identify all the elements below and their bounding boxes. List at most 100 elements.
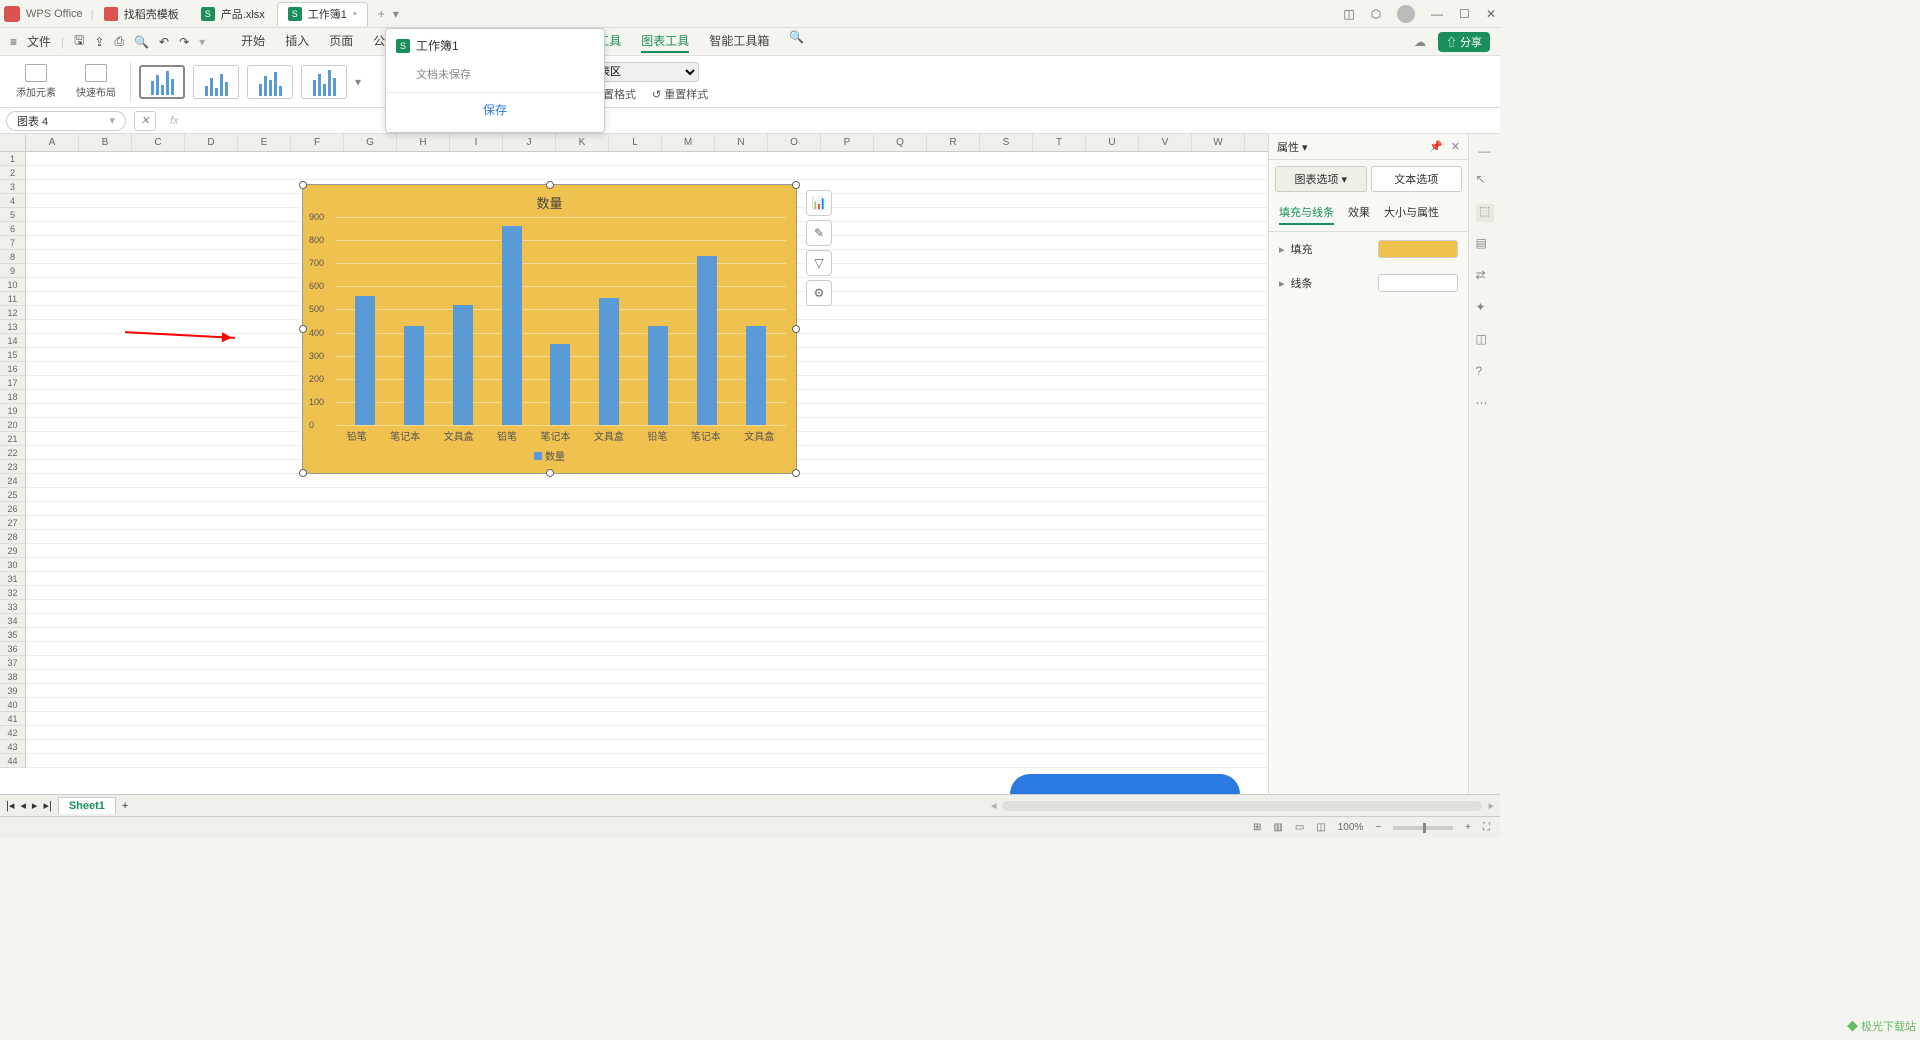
collapse-icon[interactable]: — (1479, 144, 1491, 158)
col-header[interactable]: F (291, 134, 344, 151)
bar[interactable] (550, 344, 570, 425)
add-sheet-button[interactable]: + (122, 800, 128, 812)
row-header[interactable]: 30 (0, 558, 26, 572)
resize-handle[interactable] (546, 469, 554, 477)
export-icon[interactable]: ⇪ (94, 35, 104, 49)
row-header[interactable]: 22 (0, 446, 26, 460)
row-header[interactable]: 23 (0, 460, 26, 474)
select-all-corner[interactable] (0, 134, 26, 151)
doc-tab-workbook1[interactable]: S 工作簿1 • (277, 2, 368, 26)
print-icon[interactable]: ⎙ (114, 34, 124, 49)
bookmark-icon[interactable]: ◫ (1476, 332, 1494, 350)
fill-line-tab[interactable]: 填充与线条 (1279, 204, 1334, 225)
resize-handle[interactable] (792, 325, 800, 333)
chart-style-more-icon[interactable]: ▾ (355, 75, 361, 89)
row-header[interactable]: 38 (0, 670, 26, 684)
row-header[interactable]: 26 (0, 502, 26, 516)
redo-icon[interactable]: ↷ (179, 35, 189, 49)
col-header[interactable]: O (768, 134, 821, 151)
search-icon[interactable]: 🔍 (789, 30, 804, 53)
sheet-tab-1[interactable]: Sheet1 (58, 797, 116, 814)
fx-button[interactable]: ✕ (134, 111, 156, 131)
col-header[interactable]: S (980, 134, 1033, 151)
chart-style-1[interactable] (139, 65, 185, 99)
more-icon[interactable]: ▾ (199, 35, 205, 49)
tab-insert[interactable]: 插入 (285, 30, 309, 53)
chart-style-3[interactable] (247, 65, 293, 99)
col-header[interactable]: D (185, 134, 238, 151)
tab-menu-icon[interactable]: • (353, 8, 357, 20)
more-icon[interactable]: ⋯ (1476, 396, 1494, 414)
view-normal-icon[interactable]: ⊞ (1253, 822, 1261, 833)
col-header[interactable]: P (821, 134, 874, 151)
col-header[interactable]: J (503, 134, 556, 151)
row-header[interactable]: 2 (0, 166, 26, 180)
chart-style-icon[interactable]: ✎ (806, 220, 832, 246)
row-header[interactable]: 10 (0, 278, 26, 292)
row-header[interactable]: 8 (0, 250, 26, 264)
row-header[interactable]: 12 (0, 306, 26, 320)
row-header[interactable]: 34 (0, 614, 26, 628)
undo-icon[interactable]: ↶ (159, 35, 169, 49)
row-header[interactable]: 21 (0, 432, 26, 446)
col-header[interactable]: K (556, 134, 609, 151)
chart-filter-icon[interactable]: ▽ (806, 250, 832, 276)
row-header[interactable]: 17 (0, 376, 26, 390)
new-tab-button[interactable]: + (370, 7, 393, 21)
text-options-tab[interactable]: 文本选项 (1371, 166, 1463, 192)
bar[interactable] (453, 305, 473, 425)
row-header[interactable]: 25 (0, 488, 26, 502)
link-icon[interactable]: ⇄ (1476, 268, 1494, 286)
layers-icon[interactable]: ▤ (1476, 236, 1494, 254)
bar[interactable] (502, 226, 522, 425)
package-icon[interactable]: ⬡ (1371, 7, 1381, 21)
resize-handle[interactable] (792, 181, 800, 189)
col-header[interactable]: B (79, 134, 132, 151)
reset-style-button[interactable]: ↺ 重置样式 (652, 86, 708, 102)
col-header[interactable]: I (450, 134, 503, 151)
row-header[interactable]: 15 (0, 348, 26, 362)
save-icon[interactable]: 🖫 (74, 31, 84, 52)
maximize-button[interactable]: ☐ (1459, 7, 1470, 21)
tab-list-icon[interactable]: ▾ (393, 7, 399, 21)
row-header[interactable]: 44 (0, 754, 26, 768)
row-header[interactable]: 39 (0, 684, 26, 698)
name-box[interactable]: 图表 4▾ (6, 111, 126, 131)
row-header[interactable]: 36 (0, 642, 26, 656)
col-header[interactable]: G (344, 134, 397, 151)
tab-ai-toolbox[interactable]: 智能工具箱 (709, 30, 769, 53)
col-header[interactable]: H (397, 134, 450, 151)
size-props-tab[interactable]: 大小与属性 (1384, 204, 1439, 225)
row-header[interactable]: 41 (0, 712, 26, 726)
bar[interactable] (697, 256, 717, 425)
chart-title[interactable]: 数量 (303, 185, 796, 216)
col-header[interactable]: M (662, 134, 715, 151)
row-header[interactable]: 5 (0, 208, 26, 222)
col-header[interactable]: V (1139, 134, 1192, 151)
row-header[interactable]: 31 (0, 572, 26, 586)
tools-icon[interactable]: ✦ (1476, 300, 1494, 318)
bar[interactable] (599, 298, 619, 425)
tab-start[interactable]: 开始 (241, 30, 265, 53)
doc-tab-product[interactable]: S 产品.xlsx (191, 2, 275, 26)
bar[interactable] (648, 326, 668, 425)
chart-options-tab[interactable]: 图表选项 ▾ (1275, 166, 1367, 192)
zoom-in-icon[interactable]: + (1465, 822, 1471, 833)
col-header[interactable]: Q (874, 134, 927, 151)
row-header[interactable]: 16 (0, 362, 26, 376)
cloud-icon[interactable]: ☁ (1414, 35, 1426, 49)
row-header[interactable]: 28 (0, 530, 26, 544)
file-menu[interactable]: 文件 (27, 33, 51, 50)
select-icon[interactable]: ↖ (1476, 172, 1494, 190)
sheet-next-icon[interactable]: ▸ (32, 799, 38, 812)
row-header[interactable]: 9 (0, 264, 26, 278)
row-header[interactable]: 27 (0, 516, 26, 530)
expand-icon[interactable]: ▸ (1279, 244, 1285, 256)
col-header[interactable]: U (1086, 134, 1139, 151)
tab-chart-tools[interactable]: 图表工具 (641, 30, 689, 53)
expand-icon[interactable]: ▸ (1279, 278, 1285, 290)
help-icon[interactable]: ? (1476, 364, 1494, 382)
resize-handle[interactable] (792, 469, 800, 477)
row-header[interactable]: 37 (0, 656, 26, 670)
resize-handle[interactable] (299, 325, 307, 333)
